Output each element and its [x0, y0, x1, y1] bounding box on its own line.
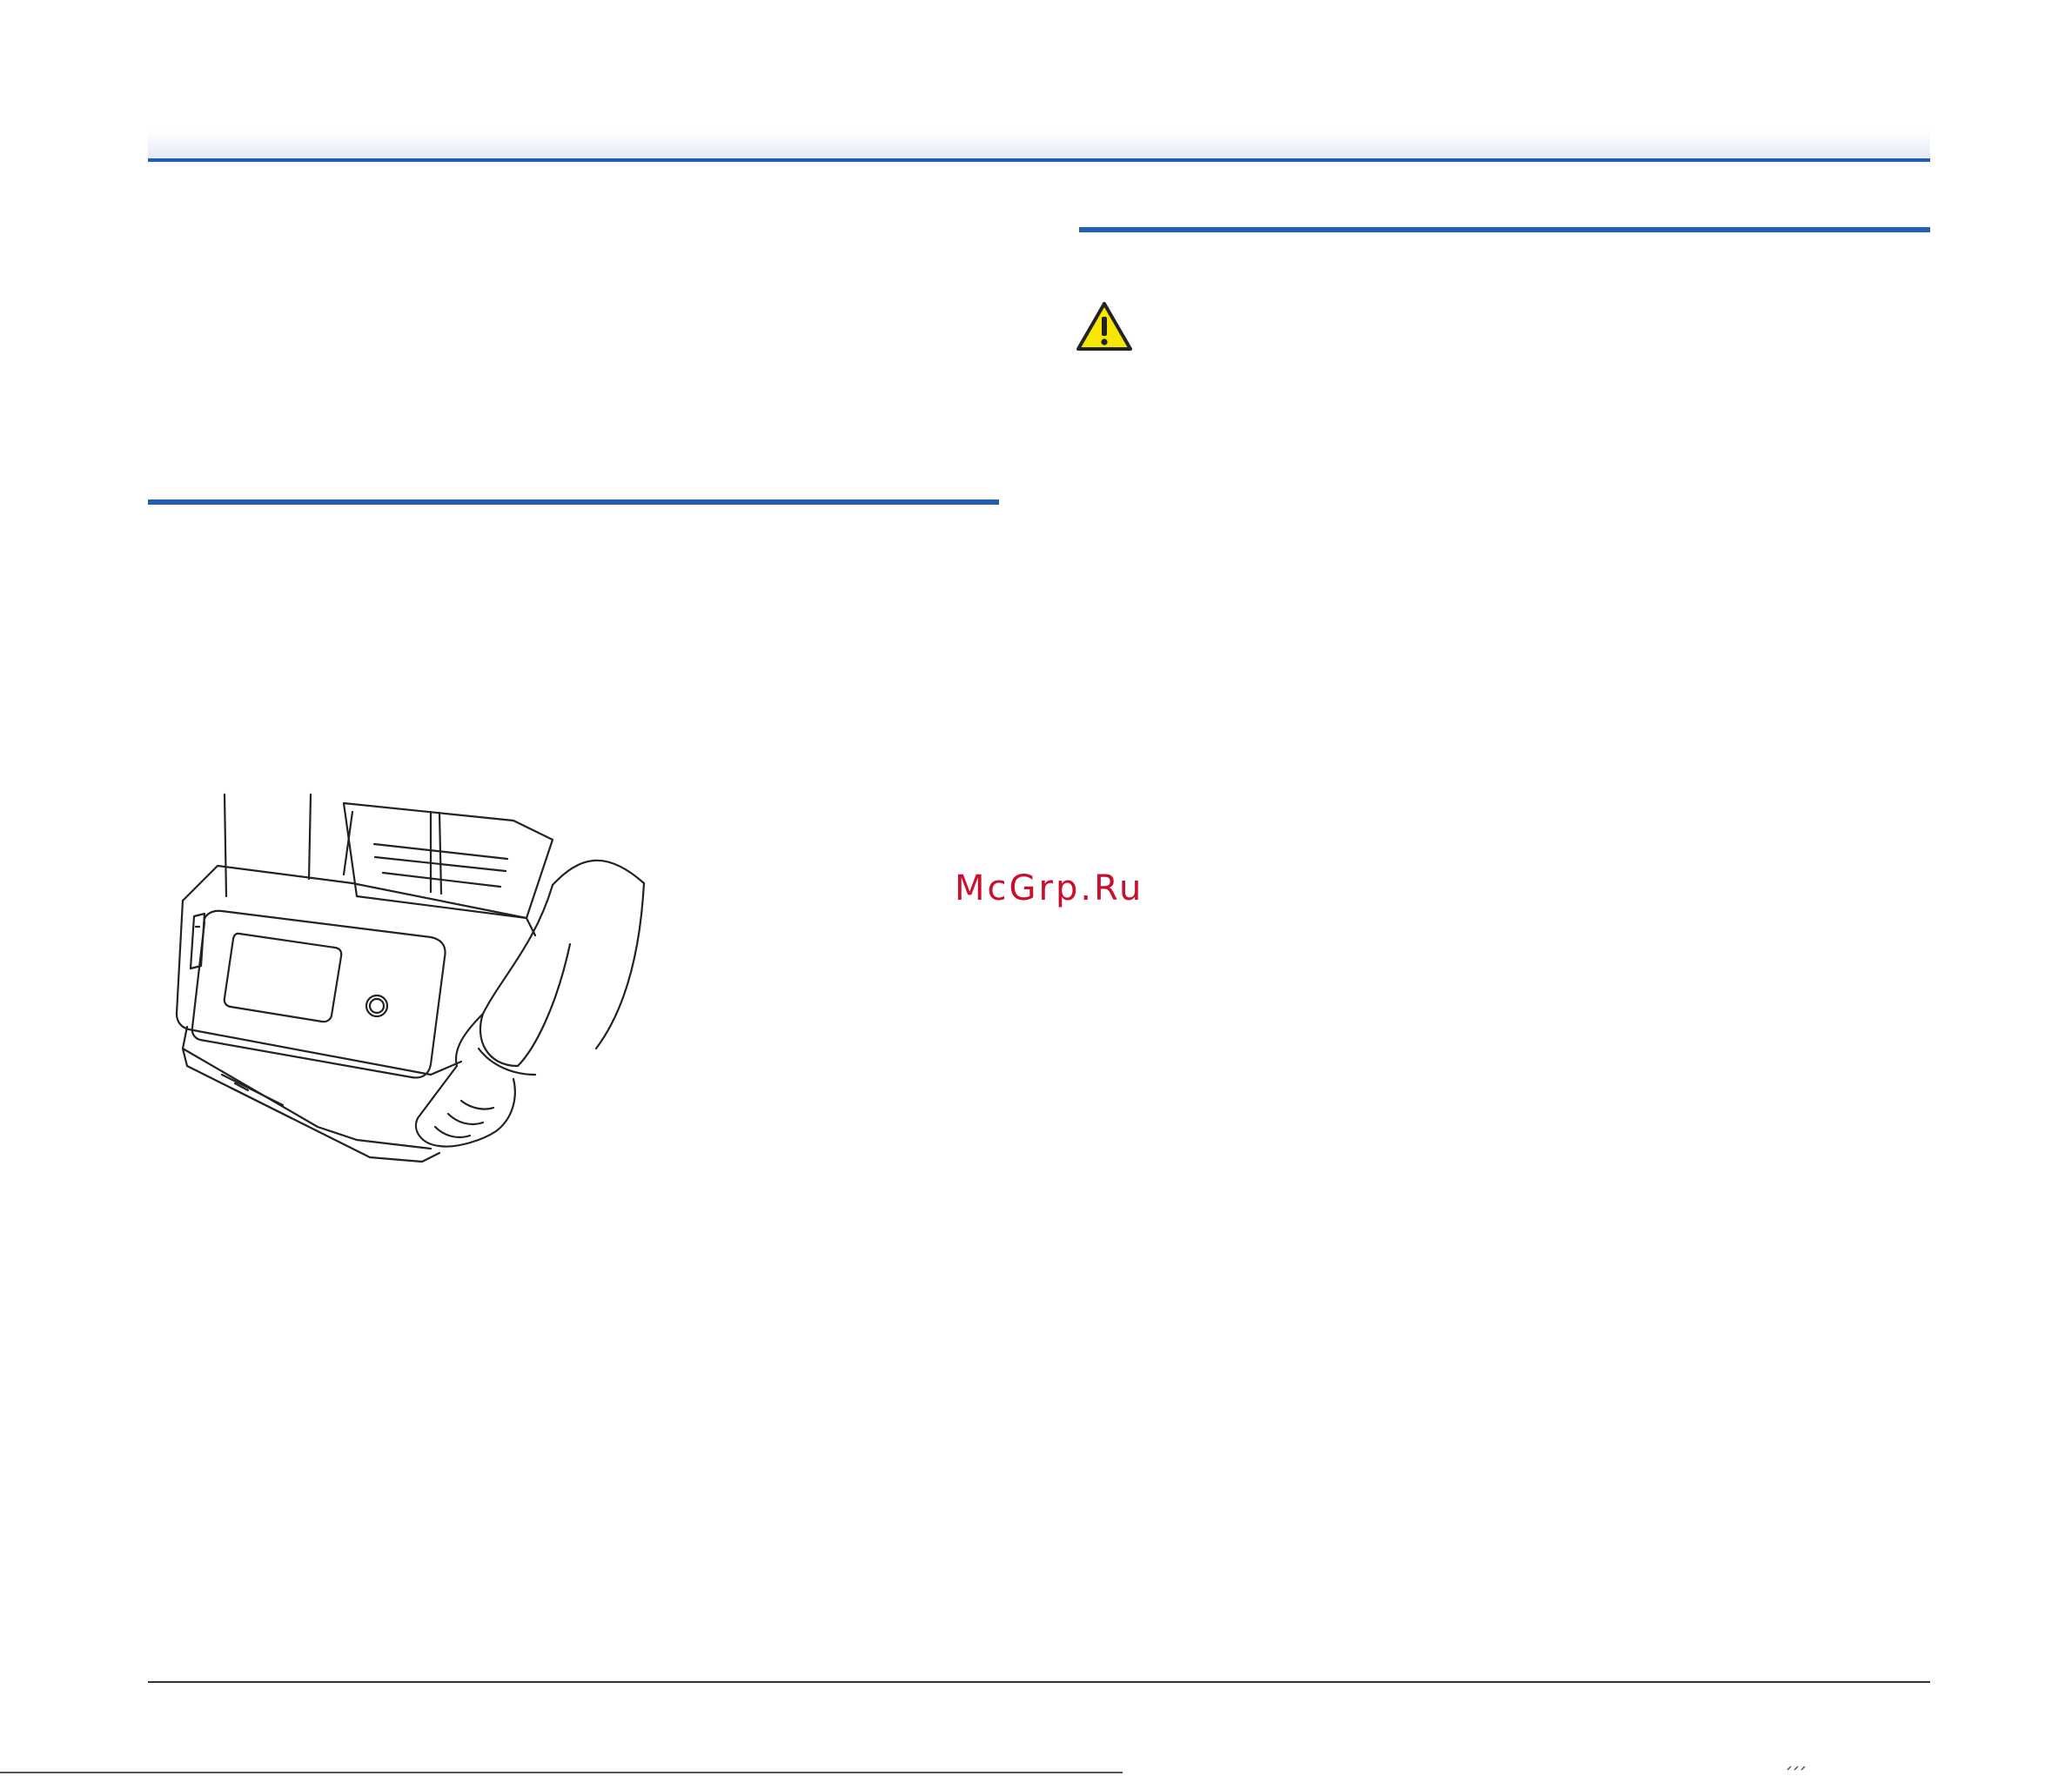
bottom-edge-rule [0, 1772, 1123, 1773]
warning-triangle-icon [1076, 302, 1132, 351]
header-rule [148, 158, 1930, 162]
corner-mark-icon [1787, 1766, 1806, 1771]
right-hand [415, 1064, 516, 1148]
touch-screen [223, 932, 343, 1023]
watermark: McGrp.Ru [955, 868, 1144, 908]
left-arm [223, 793, 228, 898]
section-rule-right [1079, 227, 1930, 232]
front-panel [191, 909, 446, 1079]
scanner-illustration [175, 793, 646, 1163]
header-band [148, 131, 1930, 158]
footer-rule [148, 1681, 1930, 1683]
section-rule-left [148, 499, 999, 505]
